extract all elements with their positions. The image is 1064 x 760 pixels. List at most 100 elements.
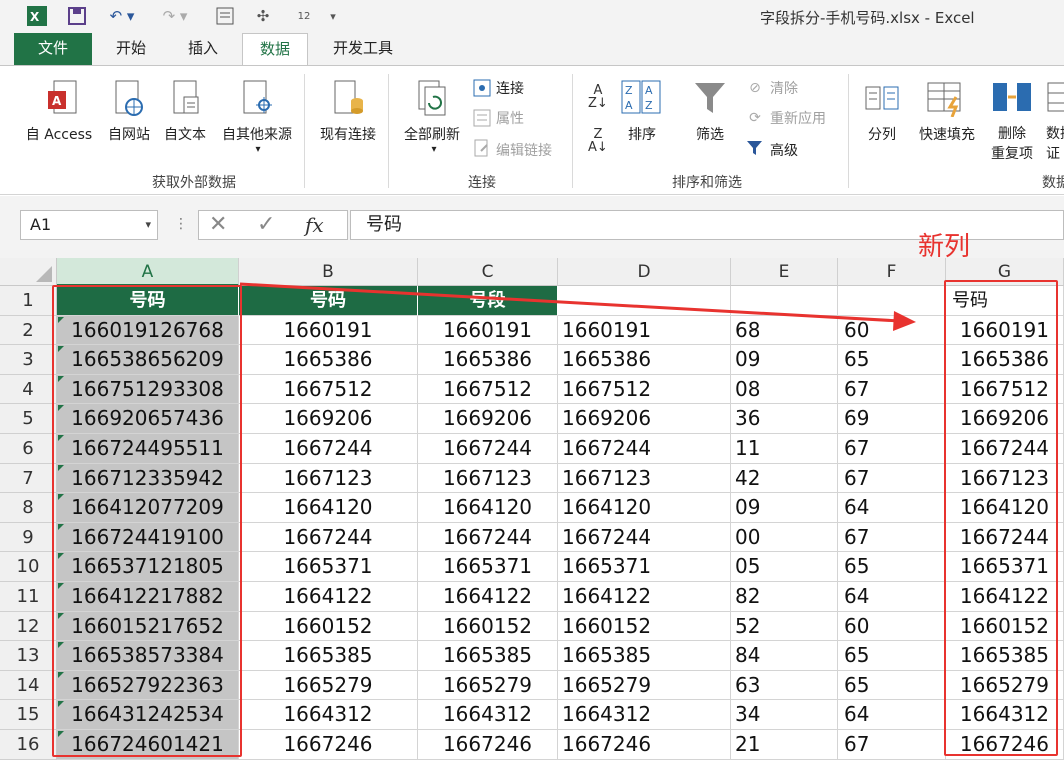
row-header[interactable]: 5 bbox=[0, 404, 57, 434]
cell-b9[interactable]: 1667244 bbox=[239, 522, 418, 553]
row-header[interactable]: 6 bbox=[0, 434, 57, 464]
cell-d14[interactable]: 1665279 bbox=[558, 670, 731, 701]
cell-b4[interactable]: 1667512 bbox=[239, 374, 418, 405]
refresh-all-button[interactable]: 全部刷新 bbox=[398, 124, 466, 144]
form-icon[interactable] bbox=[212, 4, 238, 28]
cell-b14[interactable]: 1665279 bbox=[239, 670, 418, 701]
cell-c9[interactable]: 1667244 bbox=[418, 522, 558, 553]
cell-e6[interactable]: 11 bbox=[731, 434, 838, 464]
select-all-corner[interactable] bbox=[0, 258, 57, 286]
cell-c13[interactable]: 1665385 bbox=[418, 641, 558, 671]
cell-e15[interactable]: 34 bbox=[731, 700, 838, 730]
cell-d8[interactable]: 1664120 bbox=[558, 493, 731, 523]
tab-file[interactable]: 文件 bbox=[14, 33, 92, 66]
row-header[interactable]: 2 bbox=[0, 315, 57, 346]
row-header[interactable]: 10 bbox=[0, 552, 57, 582]
column-header-e[interactable]: E bbox=[731, 258, 838, 286]
cell-d6[interactable]: 1667244 bbox=[558, 434, 731, 464]
row-header[interactable]: 7 bbox=[0, 463, 57, 494]
cell-e9[interactable]: 00 bbox=[731, 522, 838, 553]
tab-insert[interactable]: 插入 bbox=[170, 33, 236, 66]
name-box[interactable]: A1 ▾ bbox=[20, 210, 158, 240]
advanced-button[interactable]: 高级 bbox=[770, 140, 798, 160]
chevron-down-icon[interactable]: ▾ bbox=[145, 211, 151, 239]
tab-data[interactable]: 数据 bbox=[242, 33, 308, 66]
properties-button[interactable]: 属性 bbox=[496, 108, 524, 128]
cell-c8[interactable]: 1664120 bbox=[418, 493, 558, 523]
cell-b12[interactable]: 1660152 bbox=[239, 611, 418, 642]
from-web-button[interactable]: 自网站 bbox=[102, 124, 156, 144]
row-header[interactable]: 12 bbox=[0, 611, 57, 642]
column-header-a[interactable]: A bbox=[57, 258, 239, 286]
cell-b16[interactable]: 1667246 bbox=[239, 730, 418, 760]
cell-e8[interactable]: 09 bbox=[731, 493, 838, 523]
cell-d3[interactable]: 1665386 bbox=[558, 345, 731, 375]
cell-d2[interactable]: 1660191 bbox=[558, 315, 731, 346]
row-header[interactable]: 14 bbox=[0, 670, 57, 701]
cell-e11[interactable]: 82 bbox=[731, 582, 838, 612]
cell-c15[interactable]: 1664312 bbox=[418, 700, 558, 730]
cell-d15[interactable]: 1664312 bbox=[558, 700, 731, 730]
cell-f16[interactable]: 67 bbox=[838, 730, 946, 760]
cell-d13[interactable]: 1665385 bbox=[558, 641, 731, 671]
cell-f11[interactable]: 64 bbox=[838, 582, 946, 612]
cell-f14[interactable]: 65 bbox=[838, 670, 946, 701]
cell-d7[interactable]: 1667123 bbox=[558, 463, 731, 494]
reapply-button[interactable]: 重新应用 bbox=[770, 108, 826, 128]
from-other-sources-button[interactable]: 自其他来源 bbox=[214, 124, 300, 144]
cancel-icon[interactable]: ✕ bbox=[209, 212, 227, 237]
cell-b2[interactable]: 1660191 bbox=[239, 315, 418, 346]
cell-c7[interactable]: 1667123 bbox=[418, 463, 558, 494]
column-header-d[interactable]: D bbox=[558, 258, 731, 286]
column-header-c[interactable]: C bbox=[418, 258, 558, 286]
clear-button[interactable]: 清除 bbox=[770, 78, 798, 98]
filter-button[interactable]: 筛选 bbox=[692, 124, 728, 144]
row-header[interactable]: 11 bbox=[0, 582, 57, 612]
text-to-columns-button[interactable]: 分列 bbox=[864, 124, 900, 144]
cell-f4[interactable]: 67 bbox=[838, 374, 946, 405]
cell-e1[interactable] bbox=[731, 286, 838, 316]
cell-b7[interactable]: 1667123 bbox=[239, 463, 418, 494]
row-header[interactable]: 4 bbox=[0, 374, 57, 405]
cell-f6[interactable]: 67 bbox=[838, 434, 946, 464]
cell-c12[interactable]: 1660152 bbox=[418, 611, 558, 642]
cell-e3[interactable]: 09 bbox=[731, 345, 838, 375]
cell-c4[interactable]: 1667512 bbox=[418, 374, 558, 405]
data-validation-button[interactable]: 数据 证 bbox=[1046, 124, 1064, 164]
save-icon[interactable] bbox=[64, 4, 90, 28]
cell-f10[interactable]: 65 bbox=[838, 552, 946, 582]
cell-e16[interactable]: 21 bbox=[731, 730, 838, 760]
insert-function-icon[interactable]: fx bbox=[305, 213, 324, 237]
cell-e2[interactable]: 68 bbox=[731, 315, 838, 346]
refresh-dropdown-icon[interactable]: ▾ bbox=[428, 144, 440, 155]
cell-f1[interactable] bbox=[838, 286, 946, 316]
enter-icon[interactable]: ✓ bbox=[257, 212, 275, 237]
spreadsheet-grid[interactable]: A B C D E F G 1 号码 号码 号段 号码 2 166019126768 1660191 1660… bbox=[0, 258, 1064, 760]
cell-b8[interactable]: 1664120 bbox=[239, 493, 418, 523]
column-header-b[interactable]: B bbox=[239, 258, 418, 286]
other-sources-dropdown-icon[interactable]: ▾ bbox=[252, 144, 264, 155]
cell-b13[interactable]: 1665385 bbox=[239, 641, 418, 671]
cell-b15[interactable]: 1664312 bbox=[239, 700, 418, 730]
cell-f13[interactable]: 65 bbox=[838, 641, 946, 671]
redo-icon[interactable]: ↷ ▾ bbox=[158, 4, 192, 28]
cell-c2[interactable]: 1660191 bbox=[418, 315, 558, 346]
undo-icon[interactable]: ↶ ▾ bbox=[102, 4, 142, 28]
row-header[interactable]: 8 bbox=[0, 493, 57, 523]
font-size-icon[interactable]: 12 bbox=[290, 4, 318, 28]
row-header[interactable]: 9 bbox=[0, 522, 57, 553]
cell-d11[interactable]: 1664122 bbox=[558, 582, 731, 612]
column-header-f[interactable]: F bbox=[838, 258, 946, 286]
cell-b3[interactable]: 1665386 bbox=[239, 345, 418, 375]
customize-qat-icon[interactable]: ▾ bbox=[326, 4, 340, 28]
sort-ascending-icon[interactable]: A Z↓ bbox=[588, 84, 608, 110]
row-header[interactable]: 15 bbox=[0, 700, 57, 730]
cell-d16[interactable]: 1667246 bbox=[558, 730, 731, 760]
cell-e13[interactable]: 84 bbox=[731, 641, 838, 671]
cell-b6[interactable]: 1667244 bbox=[239, 434, 418, 464]
cell-c10[interactable]: 1665371 bbox=[418, 552, 558, 582]
cell-b1[interactable]: 号码 bbox=[239, 286, 418, 316]
remove-duplicates-button[interactable]: 删除 重复项 bbox=[986, 124, 1038, 164]
cell-c3[interactable]: 1665386 bbox=[418, 345, 558, 375]
sort-descending-icon[interactable]: Z A↓ bbox=[588, 128, 608, 154]
